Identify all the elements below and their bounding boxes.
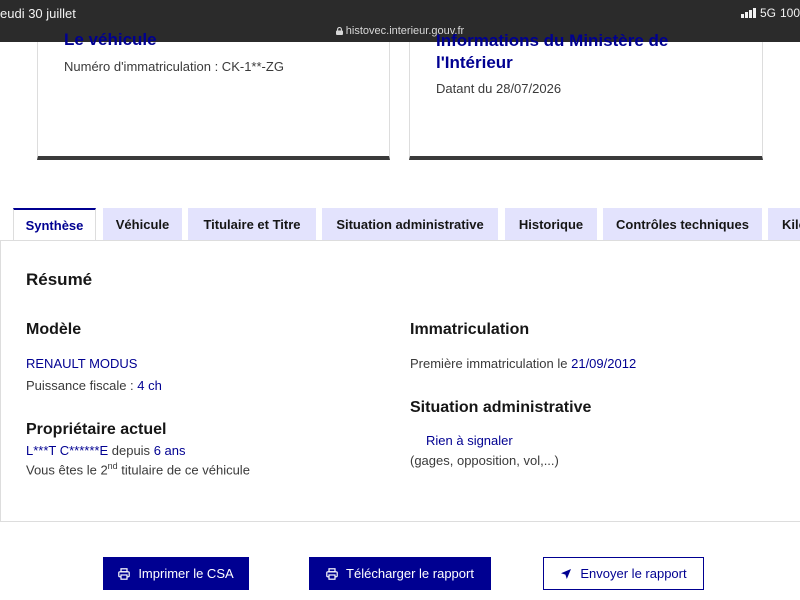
signal-icon [740, 8, 756, 18]
send-report-button[interactable]: Envoyer le rapport [543, 557, 704, 590]
vehicle-card: Le véhicule Numéro d'immatriculation : C… [37, 30, 390, 160]
vehicle-card-title: Le véhicule [64, 30, 157, 49]
admin-status: Rien à signaler [426, 433, 513, 448]
battery-label: 100 [779, 6, 800, 20]
ministry-card-title-line1: Informations du Ministère de [436, 31, 669, 50]
network-label: 5G [759, 6, 776, 20]
admin-detail: (gages, opposition, vol,...) [410, 453, 559, 468]
owner-since-value: 6 ans [153, 443, 186, 458]
owner-name: L***T C******E [26, 443, 109, 458]
admin-situation-heading: Situation administrative [410, 399, 592, 416]
status-indicators: 5G 100 [740, 6, 800, 20]
first-registration-label: Première immatriculation le [410, 356, 572, 371]
tab-vehicule[interactable]: Véhicule [103, 208, 182, 241]
ministry-card: Informations du Ministère de l'Intérieur… [409, 32, 763, 160]
summary-heading: Résumé [26, 270, 93, 289]
synthese-panel: Résumé Modèle RENAULT MODUS Puissance fi… [0, 240, 800, 522]
tab-titulaire[interactable]: Titulaire et Titre [188, 208, 316, 241]
tab-kilometrage[interactable]: Kilo [768, 208, 800, 241]
print-csa-button[interactable]: Imprimer le CSA [103, 557, 249, 590]
send-report-label: Envoyer le rapport [580, 566, 687, 581]
tab-synthese[interactable]: Synthèse [13, 208, 96, 241]
tab-controles-techniques[interactable]: Contrôles techniques [603, 208, 762, 241]
owner-rank-prefix: Vous êtes le 2 [26, 462, 108, 478]
first-registration-date: 21/09/2012 [571, 356, 637, 371]
tab-list: Synthèse Véhicule Titulaire et Titre Sit… [0, 208, 800, 241]
registration-heading: Immatriculation [410, 321, 530, 338]
model-name: RENAULT MODUS [26, 356, 138, 371]
fiscal-power-label: Puissance fiscale : [26, 378, 138, 393]
owner-since-label: depuis [108, 443, 154, 458]
tab-situation-administrative[interactable]: Situation administrative [322, 208, 498, 241]
owner-heading: Propriétaire actuel [26, 421, 167, 438]
ministry-card-title-line2: l'Intérieur [436, 53, 513, 72]
owner-info: L***T C******E depuis 6 ans [26, 443, 186, 458]
fiscal-power: Puissance fiscale : 4 ch [26, 378, 162, 393]
model-heading: Modèle [26, 321, 82, 338]
tab-historique[interactable]: Historique [505, 208, 597, 241]
fiscal-power-value: 4 ch [137, 378, 162, 393]
printer-icon [118, 567, 131, 580]
printer-icon [326, 567, 338, 580]
download-report-label: Télécharger le rapport [346, 566, 474, 581]
owner-rank-suffix: titulaire de ce véhicule [117, 462, 250, 478]
ministry-card-date: Datant du 28/07/2026 [436, 81, 562, 96]
plate-number: Numéro d'immatriculation : CK-1**-ZG [64, 59, 284, 74]
send-arrow-icon [561, 568, 572, 579]
first-registration: Première immatriculation le 21/09/2012 [410, 356, 636, 371]
owner-rank-sup: nd [107, 461, 118, 471]
download-report-button[interactable]: Télécharger le rapport [309, 557, 491, 590]
status-date: eudi 30 juillet [0, 6, 76, 21]
owner-rank: Vous êtes le 2nd titulaire de ce véhicul… [26, 461, 250, 477]
lock-icon [335, 27, 343, 35]
print-csa-label: Imprimer le CSA [138, 566, 234, 581]
